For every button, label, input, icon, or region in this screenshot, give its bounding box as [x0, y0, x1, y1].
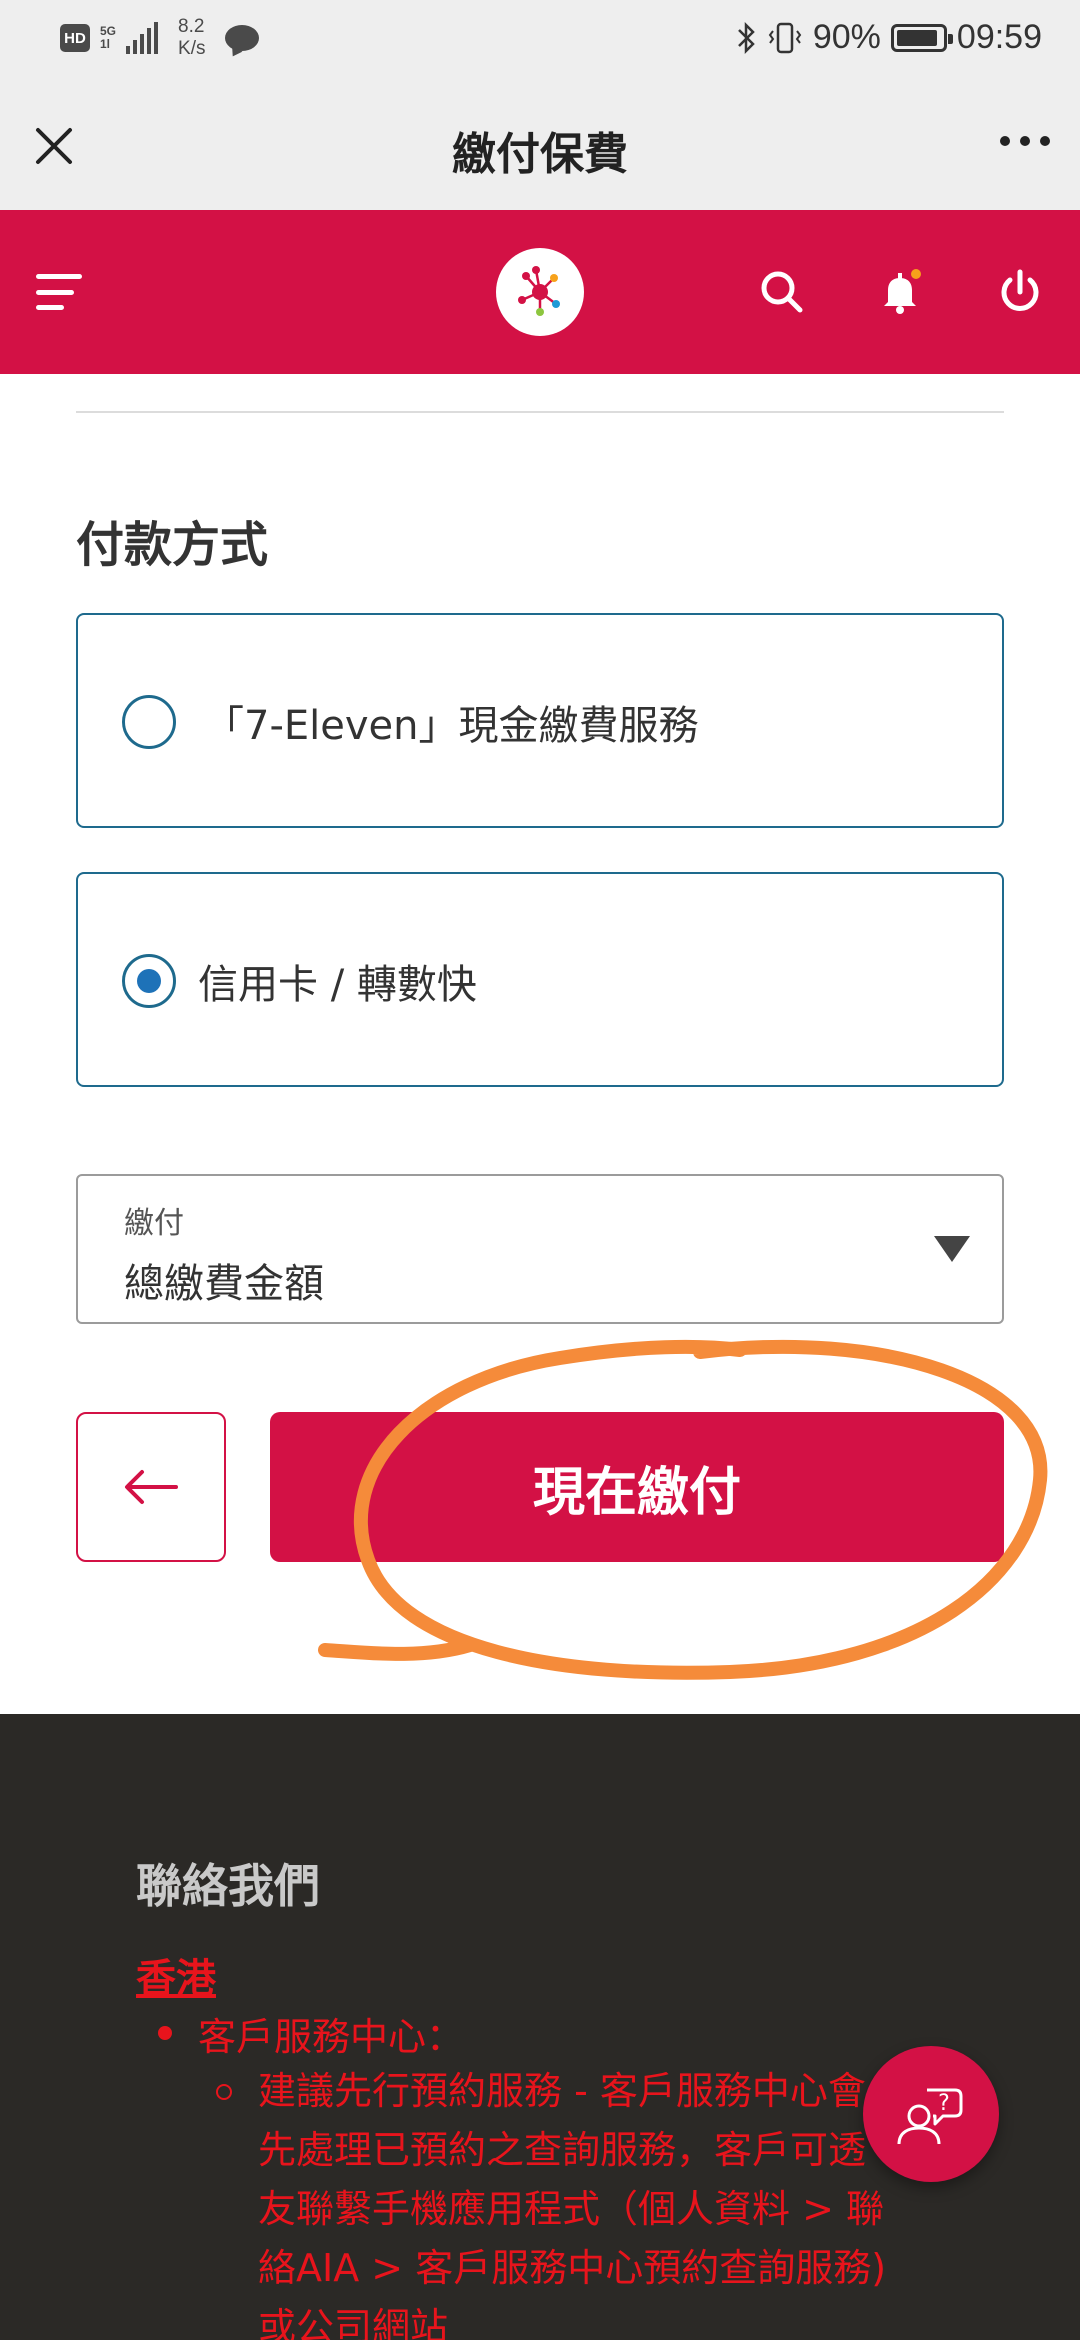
status-bar: HD 5G 1l 8.2 K/s 90% 09:59 — [0, 0, 1080, 80]
more-options-icon[interactable] — [1000, 136, 1050, 146]
battery-icon — [890, 23, 953, 52]
payment-method-title: 付款方式 — [76, 517, 269, 573]
aia-logo[interactable] — [496, 248, 584, 336]
footer-sub-line: 建議先行預約服務 - 客戶服務中心會 — [258, 2069, 866, 2113]
divider — [76, 411, 1004, 413]
bullet-dot — [158, 2026, 172, 2040]
arrow-left-icon — [125, 1470, 178, 1504]
pay-now-button[interactable]: 現在繳付 — [270, 1412, 1004, 1562]
bullet-circle — [216, 2084, 232, 2100]
footer-sub-line: 或公司網站 — [258, 2305, 449, 2340]
footer-sub-line: 友聯繫手機應用程式（個人資料 > 聯 — [258, 2187, 884, 2231]
payment-option-credit-card[interactable]: 信用卡 / 轉數快 — [76, 872, 1004, 1087]
battery-fill — [896, 29, 937, 46]
status-right: 90% 09:59 — [735, 18, 1042, 57]
footer-sub-line: 絡AIA > 客戶服務中心預約查詢服務) — [258, 2246, 887, 2290]
option-label-credit-card: 信用卡 / 轉數快 — [198, 962, 477, 1008]
hamburger-menu-icon[interactable] — [36, 274, 82, 310]
status-left: HD 5G 1l 8.2 K/s — [60, 16, 260, 60]
customer-service-label: 客戶服務中心： — [198, 2015, 465, 2059]
title-bar: 繳付保費 — [0, 80, 1080, 210]
contact-us-title: 聯絡我們 — [136, 1859, 320, 1913]
speed-unit: K/s — [178, 38, 206, 59]
logo-icon — [518, 266, 560, 316]
back-button[interactable] — [76, 1412, 226, 1562]
footer: 聯絡我們 香港 客戶服務中心： 建議先行預約服務 - 客戶服務中心會 先處理已預… — [0, 1714, 1080, 2340]
network-speed: 8.2 K/s — [178, 16, 205, 60]
amount-select[interactable]: 繳付 總繳費金額 — [76, 1174, 1004, 1324]
vibrate-icon — [768, 22, 802, 53]
help-chat-button[interactable]: ? — [863, 2046, 999, 2182]
option-label-7eleven: 「7-Eleven」現金繳費服務 — [204, 703, 699, 749]
radio-7eleven[interactable] — [122, 695, 176, 749]
hd-badge: HD — [60, 24, 90, 52]
power-logout-icon[interactable] — [994, 266, 1046, 318]
payment-option-7eleven[interactable]: 「7-Eleven」現金繳費服務 — [76, 613, 1004, 828]
footer-region-link[interactable]: 香港 — [136, 1946, 216, 2004]
footer-sub-line: 先處理已預約之查詢服務，客戶可透 — [258, 2128, 867, 2172]
speed-value: 8.2 — [178, 16, 205, 37]
amount-select-value: 總繳費金額 — [124, 1261, 324, 1307]
dropdown-arrow-icon — [934, 1236, 970, 1262]
signal-icon — [126, 22, 159, 54]
svg-text:?: ? — [938, 2091, 950, 2116]
bluetooth-icon — [737, 21, 755, 54]
message-icon — [225, 25, 260, 51]
app-header — [0, 210, 1080, 374]
notification-bell-icon[interactable] — [874, 266, 926, 318]
battery-percent: 90% — [812, 18, 881, 56]
search-icon[interactable] — [756, 266, 808, 318]
radio-credit-card[interactable] — [122, 954, 176, 1008]
clock: 09:59 — [956, 18, 1042, 56]
amount-select-caption: 繳付 — [124, 1206, 184, 1241]
help-question-icon: ? — [897, 2088, 963, 2145]
page-title: 繳付保費 — [452, 129, 628, 180]
network-indicator: 5G 1l — [100, 25, 116, 51]
network-sub: 1l — [100, 37, 111, 51]
